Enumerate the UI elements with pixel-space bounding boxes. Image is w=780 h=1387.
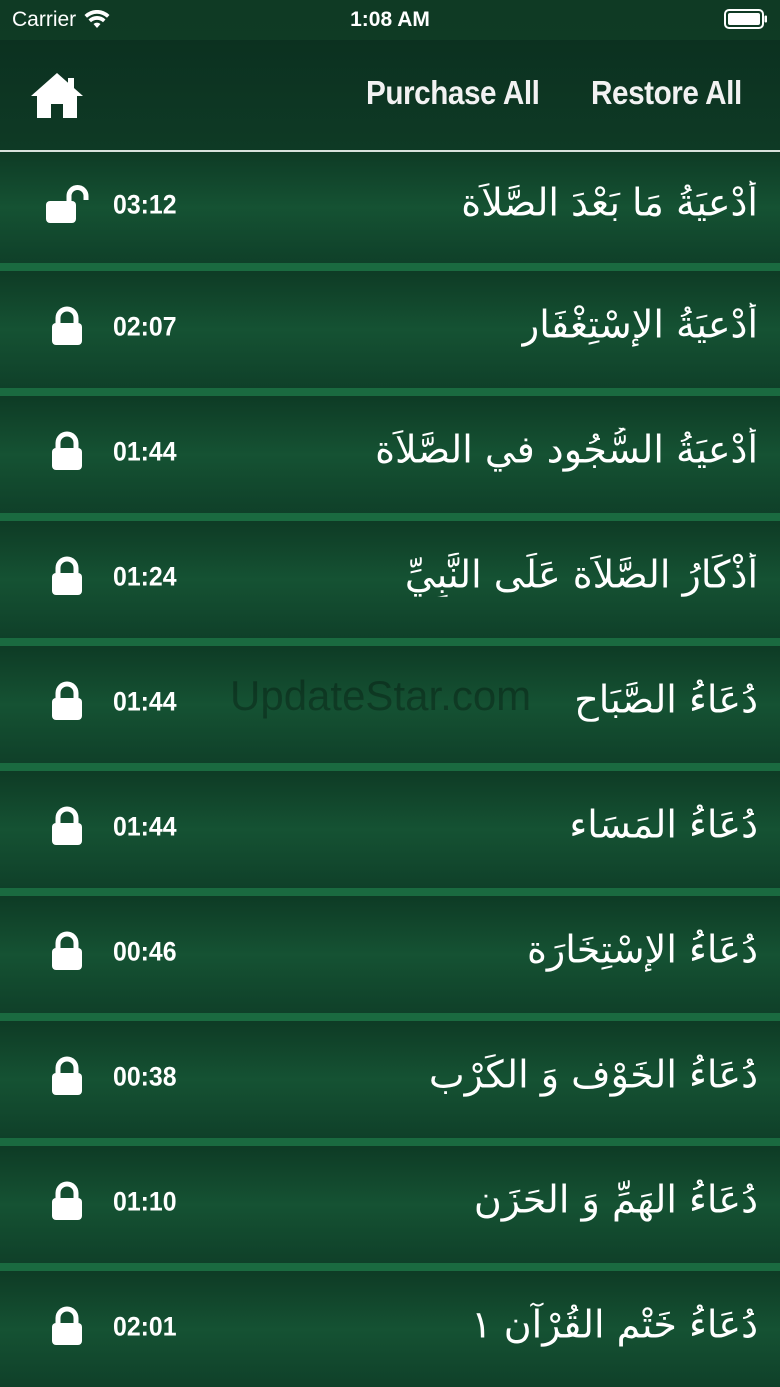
item-title: دُعَاءُ الخَوْف وَ الكَرْب <box>428 1052 758 1097</box>
lock-icon[interactable] <box>45 556 89 596</box>
item-duration: 02:01 <box>113 1310 177 1341</box>
item-title: دُعَاءُ المَسَاء <box>569 802 758 847</box>
lock-icon[interactable] <box>45 806 89 846</box>
list-item[interactable]: 01:44 أَدْعيَةُ السُّجُود في الصَّلاَة <box>0 396 780 521</box>
item-duration: 01:10 <box>113 1185 177 1216</box>
lock-icon[interactable] <box>45 1056 89 1096</box>
restore-all-button[interactable]: Restore All <box>591 74 742 112</box>
item-title: أَدْعيَةُ الإسْتِغْفَار <box>520 302 758 347</box>
item-duration: 00:46 <box>113 935 177 966</box>
lock-icon[interactable] <box>45 931 89 971</box>
item-duration: 02:07 <box>113 310 177 341</box>
list-item[interactable]: 01:24 أَذْكَارُ الصَّلاَة عَلَى النَّبِيِ… <box>0 521 780 646</box>
item-title: أَذْكَارُ الصَّلاَة عَلَى النَّبِيِّ <box>404 552 758 597</box>
lock-icon[interactable] <box>45 1306 89 1346</box>
item-duration: 01:24 <box>113 560 177 591</box>
status-time: 1:08 AM <box>350 8 430 31</box>
item-title: دُعَاءُ الإسْتِخَارَة <box>526 927 758 972</box>
home-icon[interactable] <box>28 70 86 122</box>
lock-icon[interactable] <box>45 306 89 346</box>
item-title: دُعَاءُ الهَمِّ وَ الحَزَن <box>473 1177 758 1222</box>
item-duration: 01:44 <box>113 685 177 716</box>
item-title: أَدْعيَةُ مَا بَعْدَ الصَّلاَة <box>461 180 758 225</box>
list-item[interactable]: 00:38 دُعَاءُ الخَوْف وَ الكَرْب <box>0 1021 780 1146</box>
item-duration: 01:44 <box>113 810 177 841</box>
unlock-icon[interactable] <box>45 184 89 224</box>
status-bar: Carrier 1:08 AM <box>0 0 780 40</box>
lock-icon[interactable] <box>45 1181 89 1221</box>
purchase-all-button[interactable]: Purchase All <box>366 74 540 112</box>
battery-icon <box>724 9 767 29</box>
item-title: دُعَاءُ خَتْمِ القُرْآن ١ <box>471 1302 758 1347</box>
item-title: دُعَاءُ الصَّبَاح <box>574 677 758 722</box>
list-item[interactable]: 02:01 دُعَاءُ خَتْمِ القُرْآن ١ <box>0 1271 780 1387</box>
dua-list: 03:12 أَدْعيَةُ مَا بَعْدَ الصَّلاَة 02:07… <box>0 152 780 1387</box>
list-item[interactable]: 02:07 أَدْعيَةُ الإسْتِغْفَار <box>0 271 780 396</box>
item-duration: 00:38 <box>113 1060 177 1091</box>
item-duration: 03:12 <box>113 188 177 219</box>
app-screen: Carrier 1:08 AM Purchase All Restore All… <box>0 0 780 1387</box>
item-title: أَدْعيَةُ السُّجُود في الصَّلاَة <box>375 427 758 472</box>
lock-icon[interactable] <box>45 681 89 721</box>
list-item[interactable]: 03:12 أَدْعيَةُ مَا بَعْدَ الصَّلاَة <box>0 152 780 271</box>
navigation-bar: Purchase All Restore All <box>0 40 780 152</box>
list-item[interactable]: 00:46 دُعَاءُ الإسْتِخَارَة <box>0 896 780 1021</box>
lock-icon[interactable] <box>45 431 89 471</box>
list-item[interactable]: 01:44 دُعَاءُ الصَّبَاح <box>0 646 780 771</box>
item-duration: 01:44 <box>113 435 177 466</box>
list-item[interactable]: 01:44 دُعَاءُ المَسَاء <box>0 771 780 896</box>
list-item[interactable]: 01:10 دُعَاءُ الهَمِّ وَ الحَزَن <box>0 1146 780 1271</box>
